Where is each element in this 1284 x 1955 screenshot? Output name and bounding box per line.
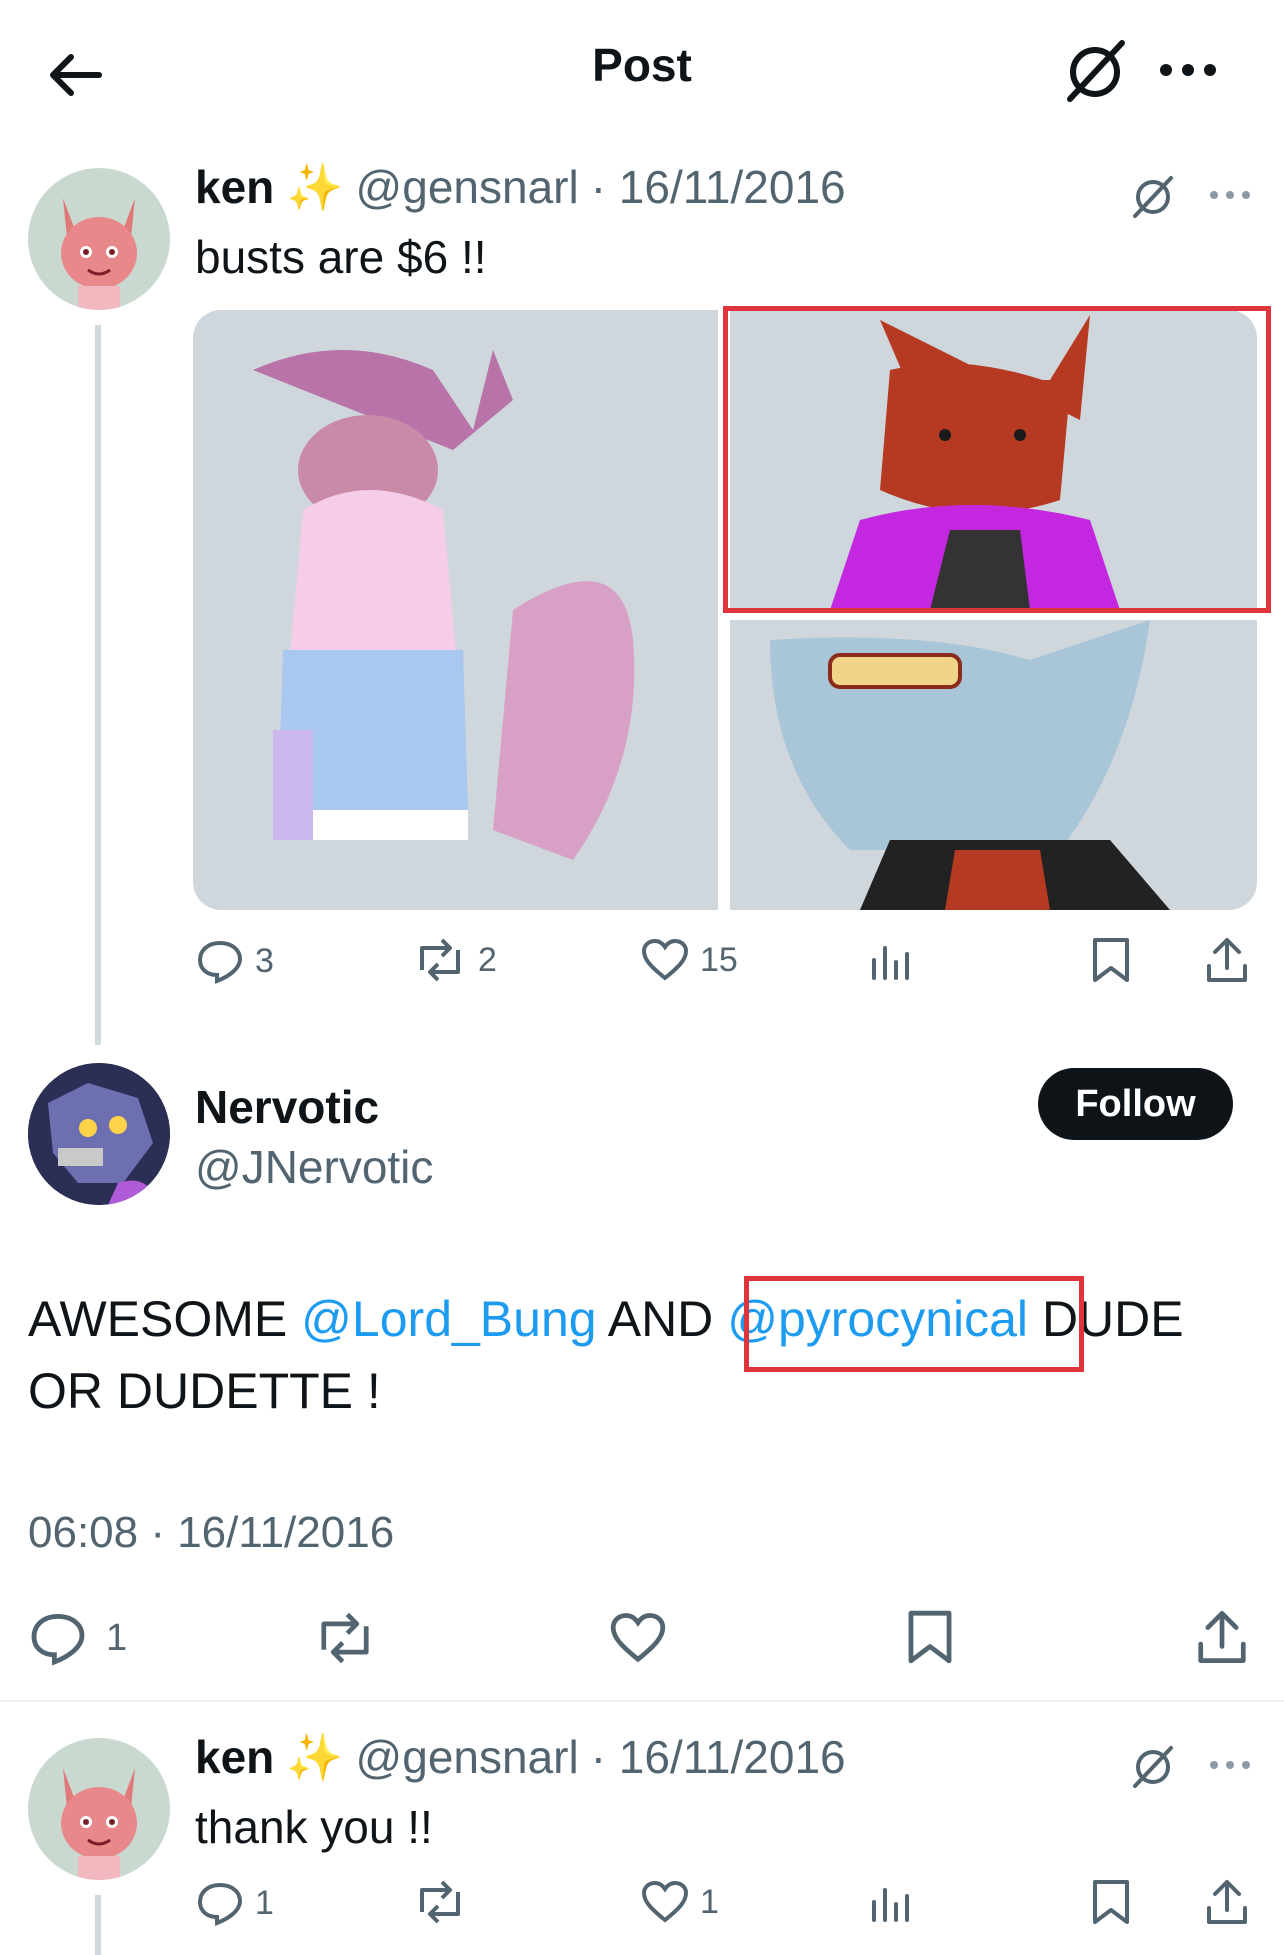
reply-count: 3 [255, 941, 274, 980]
more-icon[interactable] [1150, 40, 1225, 100]
author-name[interactable]: Nervotic [195, 1080, 379, 1134]
media-image-3[interactable] [730, 620, 1257, 910]
repost-button[interactable] [312, 1612, 388, 1664]
like-button[interactable] [608, 1612, 678, 1664]
share-button[interactable] [1205, 1878, 1259, 1926]
author-name[interactable]: ken [195, 160, 274, 214]
author-handle[interactable]: @JNervotic [195, 1140, 433, 1194]
post-text-part: AWESOME [28, 1291, 302, 1347]
post-date: · 16/11/2016 [590, 1731, 846, 1783]
bookmark-button[interactable] [905, 1608, 965, 1666]
reply-button[interactable]: 1 [195, 1880, 274, 1926]
more-icon[interactable] [1205, 1745, 1255, 1785]
highlight-box [744, 1276, 1084, 1372]
follow-button[interactable]: Follow [1038, 1068, 1233, 1140]
like-button[interactable]: 1 [640, 1880, 719, 1924]
author-handle[interactable]: @gensnarl [356, 160, 579, 214]
author-handle[interactable]: @gensnarl [356, 1730, 579, 1784]
highlight-box [723, 306, 1271, 613]
post-text: thank you !! [195, 1801, 433, 1853]
media-image-1[interactable] [193, 310, 718, 910]
post-text: busts are $6 !! [195, 231, 487, 283]
grok-icon[interactable] [1125, 168, 1181, 224]
reply-count: 1 [106, 1616, 128, 1659]
bookmark-button[interactable] [1090, 1878, 1142, 1926]
mention-link[interactable]: @Lord_Bung [301, 1291, 596, 1347]
sparkles-emoji: ✨ [286, 161, 344, 213]
reply-button[interactable]: 3 [195, 938, 274, 984]
author-name[interactable]: ken [195, 1730, 274, 1784]
avatar[interactable] [28, 1063, 170, 1205]
reply-button[interactable]: 1 [28, 1610, 127, 1666]
like-count: 15 [700, 940, 738, 979]
sparkles-emoji: ✨ [286, 1731, 344, 1783]
reply-count: 1 [255, 1883, 274, 1922]
like-count: 1 [700, 1882, 719, 1921]
avatar[interactable] [28, 1738, 170, 1880]
share-button[interactable] [1205, 936, 1259, 984]
share-button[interactable] [1196, 1608, 1258, 1666]
like-button[interactable]: 15 [640, 938, 738, 982]
repost-button[interactable] [412, 1880, 478, 1924]
post-timestamp: 06:08 · 16/11/2016 [28, 1508, 395, 1557]
repost-count: 2 [478, 940, 497, 979]
divider [0, 1700, 1284, 1702]
grok-icon[interactable] [1125, 1738, 1181, 1794]
grok-icon[interactable] [1055, 35, 1135, 105]
views-button[interactable] [868, 1880, 922, 1924]
post-date: · 16/11/2016 [590, 161, 846, 213]
more-icon[interactable] [1205, 175, 1255, 215]
views-button[interactable] [868, 938, 922, 982]
thread-line [95, 1895, 101, 1955]
thread-line [95, 325, 101, 1045]
repost-button[interactable]: 2 [412, 938, 497, 982]
bookmark-button[interactable] [1090, 936, 1142, 984]
avatar[interactable] [28, 168, 170, 310]
post-text-part: AND [596, 1291, 728, 1347]
